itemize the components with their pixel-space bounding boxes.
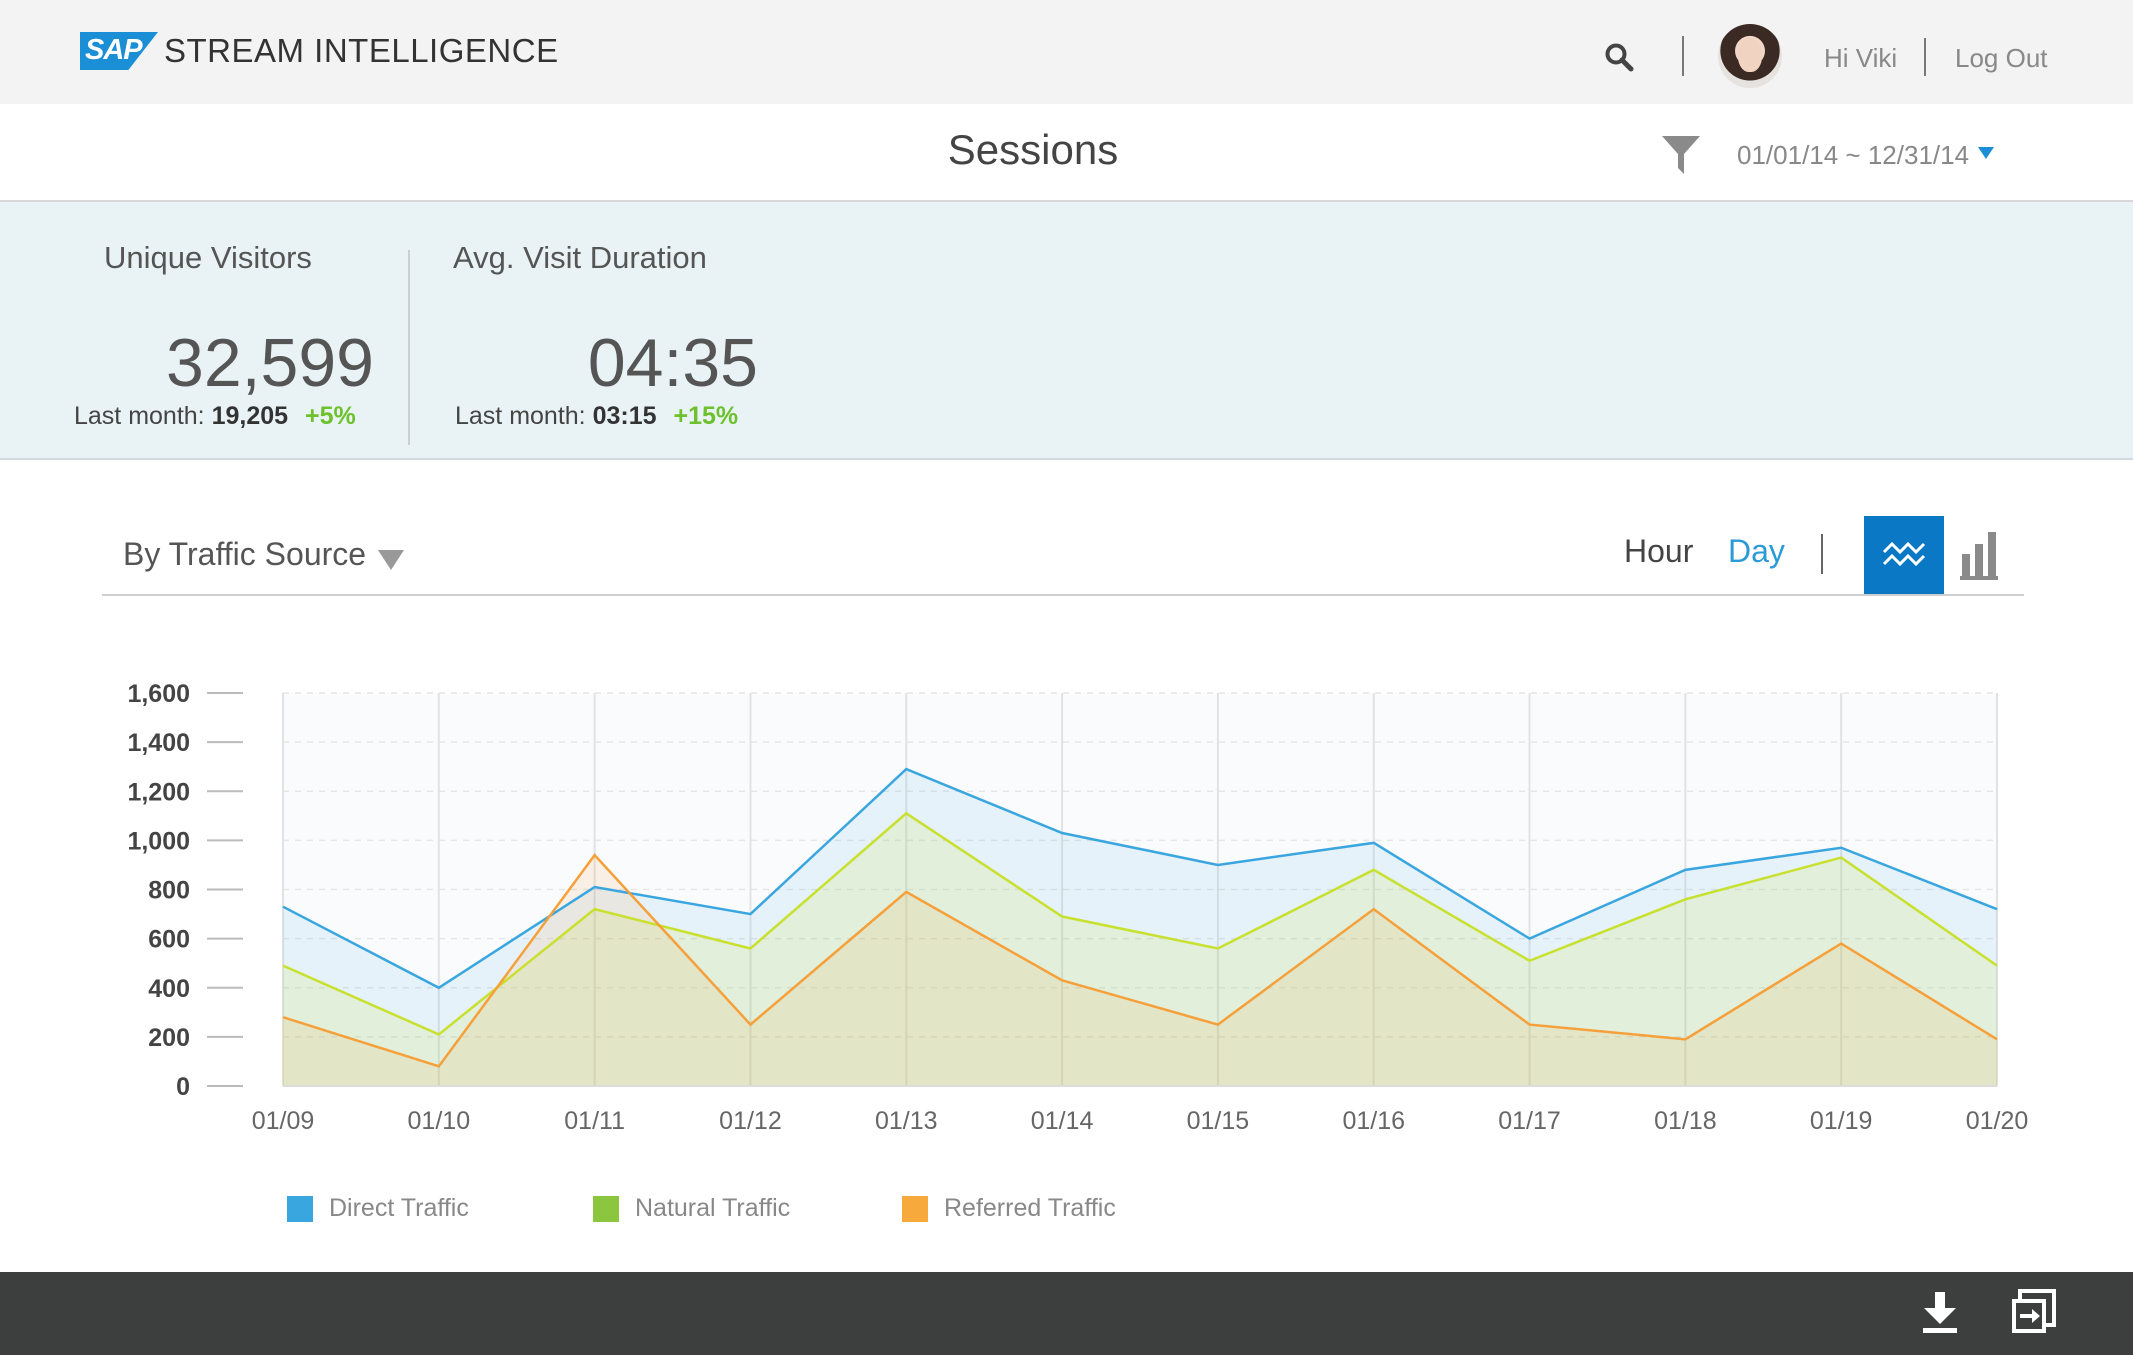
legend-item-direct[interactable]: Direct Traffic [287,1194,469,1223]
x-tick-label: 01/09 [252,1107,315,1135]
y-tick-label: 0 [176,1073,190,1101]
legend-swatch [902,1195,928,1222]
legend-item-natural[interactable]: Natural Traffic [593,1194,790,1223]
legend-swatch [593,1195,619,1222]
x-tick-label: 01/14 [1031,1107,1094,1135]
footer-bar [0,1272,2133,1355]
y-tick-label: 1,400 [127,729,190,757]
x-tick-label: 01/18 [1654,1107,1717,1135]
export-icon[interactable] [2010,1287,2058,1335]
legend-label: Direct Traffic [329,1194,469,1222]
y-tick-label: 800 [148,877,190,905]
legend-label: Natural Traffic [635,1194,791,1222]
download-icon[interactable] [1920,1290,1960,1334]
x-tick-label: 01/12 [719,1107,782,1135]
y-tick-label: 200 [148,1024,190,1052]
x-tick-label: 01/20 [1966,1107,2029,1135]
y-tick-label: 400 [148,975,190,1003]
x-tick-label: 01/17 [1498,1107,1561,1135]
x-tick-label: 01/13 [875,1107,938,1135]
x-tick-label: 01/16 [1342,1107,1405,1135]
y-tick-label: 1,000 [127,827,190,855]
legend-item-referred[interactable]: Referred Traffic [902,1194,1116,1223]
traffic-area-chart: 1,600 1,400 1,200 1,000 800 600 400 200 0 01/09 01… [127,680,2029,1135]
x-tick-label: 01/19 [1810,1107,1873,1135]
y-tick-label: 600 [148,926,190,954]
y-tick-label: 1,200 [127,778,190,806]
legend-swatch [287,1195,313,1222]
x-tick-label: 01/11 [564,1107,625,1135]
y-tick-label: 1,600 [127,680,190,708]
legend-label: Referred Traffic [944,1194,1116,1222]
x-tick-label: 01/15 [1187,1107,1250,1135]
x-tick-label: 01/10 [408,1107,471,1135]
